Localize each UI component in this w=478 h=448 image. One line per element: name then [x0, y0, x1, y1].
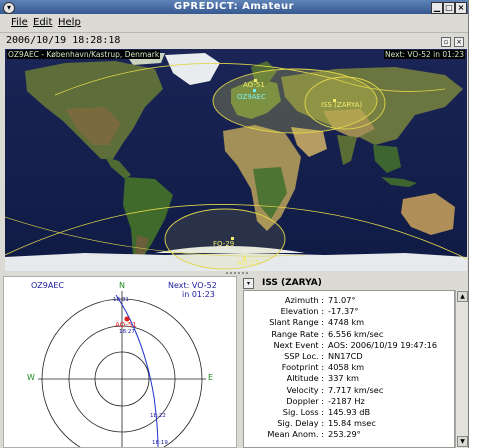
info-row-value: 253.29°: [328, 429, 361, 440]
scroll-up-arrow[interactable]: ▲: [457, 291, 468, 302]
info-row-label: Mean Anom. :: [267, 429, 324, 440]
window-title: GPREDICT: Amateur: [173, 1, 295, 12]
track-time: 18:22: [150, 413, 166, 419]
info-row-label: Sig. Loss :: [282, 407, 324, 417]
info-row-value: 6.556 km/sec: [328, 328, 384, 339]
info-sat-name: ISS (ZARYA): [262, 278, 322, 288]
sat-label-ao27[interactable]: AO-27: [237, 259, 259, 267]
qth-label: OZ9AEC - København/Kastrup, Denmark: [7, 50, 161, 59]
info-header: ▾ ISS (ZARYA): [240, 276, 468, 290]
module-header: 2006/10/19 18:28:18 ▫ ×: [0, 32, 468, 49]
next-event-label: Next: VO-52 in 01:23: [384, 50, 465, 59]
world-map[interactable]: OZ9AEC - København/Kastrup, Denmark Next…: [5, 49, 467, 271]
info-row: Next Event : AOS: 2006/10/19 19:47:16: [244, 339, 454, 351]
info-row-value: -17.37°: [328, 306, 359, 317]
menu-bar: File Edit Help: [0, 14, 468, 32]
info-row-value: -2187 Hz: [328, 395, 365, 406]
qth-marker-label: OZ9AEC: [237, 93, 266, 101]
info-row-value: 4748 km: [328, 317, 365, 328]
info-row-label: Altitude :: [286, 373, 324, 384]
sat-label-ao51[interactable]: AO-51: [243, 81, 265, 89]
info-row-label: Velocity :: [286, 384, 324, 395]
info-row: Altitude : 337 km: [244, 373, 454, 384]
title-bar[interactable]: ▾ GPREDICT: Amateur ▁ □ ×: [0, 0, 468, 14]
info-row: Velocity : 7.717 km/sec: [244, 384, 454, 396]
info-row-label: Footprint :: [281, 362, 324, 373]
info-row-label: Sig. Delay :: [277, 418, 324, 429]
info-row-label: Next Event :: [273, 339, 325, 350]
minimize-button[interactable]: ▁: [431, 2, 443, 14]
info-row-label: Elevation :: [280, 306, 324, 317]
menu-file[interactable]: File: [11, 14, 28, 32]
polar-next-label: Next: VO-52: [168, 281, 217, 290]
info-row-value: 145.93 dB: [328, 407, 371, 417]
info-row-value: NN17CD: [328, 351, 363, 361]
menu-help[interactable]: Help: [58, 14, 81, 32]
module-close-button[interactable]: ×: [454, 37, 464, 47]
info-row-value: 337 km: [328, 373, 359, 384]
info-row: Elevation : -17.37°: [244, 306, 454, 317]
track-time: 18:19: [152, 440, 168, 446]
map-canvas: [5, 49, 467, 271]
info-row: Footprint : 4058 km: [244, 362, 454, 373]
info-row: Sig. Loss : 145.93 dB: [244, 407, 454, 418]
info-row-label: Slant Range :: [269, 317, 324, 328]
info-row: Slant Range : 4748 km: [244, 317, 454, 328]
compass-north: N: [119, 281, 125, 290]
compass-east: E: [208, 373, 214, 382]
track-time: 18:27: [119, 329, 135, 335]
info-scrollbar[interactable]: ▲ ▼: [455, 290, 468, 448]
info-row: Range Rate : 6.556 km/sec: [244, 328, 454, 340]
sat-label-fo29[interactable]: FO-29: [213, 240, 234, 248]
current-time: 2006/10/19 18:28:18: [6, 35, 121, 46]
info-row-label: Range Rate :: [271, 328, 324, 339]
info-row-value: 71.07°: [328, 295, 356, 305]
info-row-label: Azimuth :: [284, 295, 324, 305]
info-row: Azimuth : 71.07°: [244, 295, 454, 306]
menu-edit[interactable]: Edit: [33, 14, 52, 32]
polar-view[interactable]: OZ9AEC Next: VO-52 in 01:23 N E W AO-51 …: [3, 276, 237, 448]
info-table: Azimuth :71.07° Elevation : -17.37° Slant R…: [243, 290, 455, 448]
sat-label-iss[interactable]: ISS (ZARYA): [321, 101, 362, 109]
info-row: Sig. Delay : 15.84 msec: [244, 418, 454, 429]
info-row-value: AOS: 2006/10/19 19:47:16: [328, 339, 438, 350]
maximize-button[interactable]: □: [443, 2, 455, 14]
polar-next-countdown: in 01:23: [182, 290, 215, 299]
pane-splitter[interactable]: [225, 271, 249, 275]
polar-qth-label: OZ9AEC: [31, 281, 64, 290]
info-row: Mean Anom. : 253.29°: [244, 429, 454, 440]
satellite-info-panel: ▾ ISS (ZARYA) Azimuth :71.07° Elevation :…: [240, 276, 468, 448]
app-window: ▾ GPREDICT: Amateur ▁ □ × File Edit Help…: [0, 0, 469, 448]
info-row-label: Doppler :: [286, 395, 324, 406]
info-row-value: 4058 km: [328, 362, 365, 373]
info-row: Doppler : -2187 Hz: [244, 395, 454, 407]
sat-selector-button[interactable]: ▾: [243, 278, 254, 289]
info-row: SSP Loc. : NN17CD: [244, 351, 454, 362]
track-time: 18:31: [113, 297, 129, 303]
info-row-value: 7.717 km/sec: [328, 384, 384, 395]
scroll-down-arrow[interactable]: ▼: [457, 436, 468, 447]
info-row-value: 15.84 msec: [328, 418, 376, 429]
info-row-label: SSP Loc. :: [284, 351, 324, 361]
module-options-button[interactable]: ▫: [441, 37, 451, 47]
compass-west: W: [27, 373, 35, 382]
close-button[interactable]: ×: [455, 2, 467, 14]
